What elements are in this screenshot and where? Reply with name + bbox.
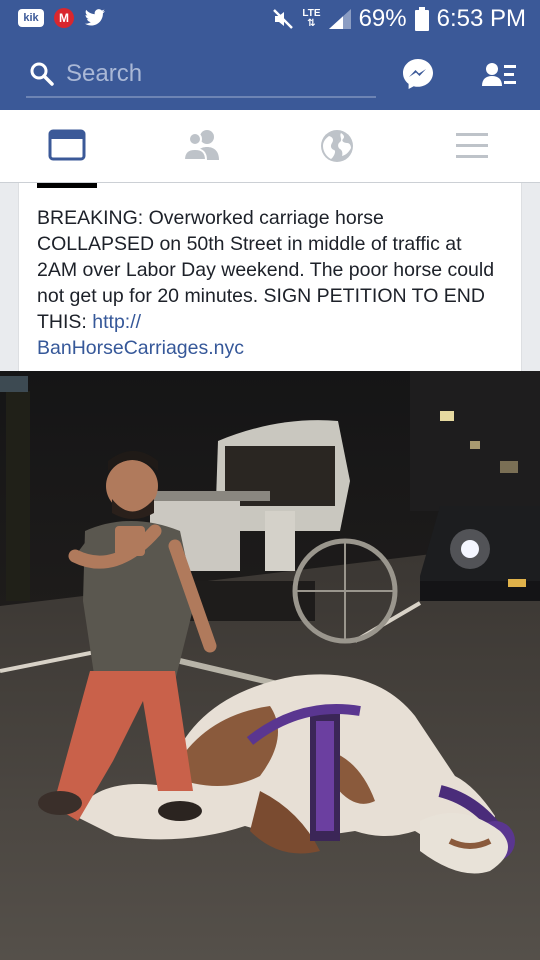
messenger-icon[interactable] (402, 58, 434, 90)
search-placeholder: Search (66, 60, 143, 87)
post-card: BREAKING: Overworked carriage horse COLL… (18, 183, 522, 371)
signal-icon (328, 9, 351, 29)
tab-friends[interactable] (183, 128, 223, 164)
mega-icon: M (54, 8, 74, 28)
clock: 6:53 PM (436, 5, 526, 32)
system-status: LTE ⇅ 69% 6:53 PM (272, 5, 526, 33)
tab-menu[interactable] (454, 128, 494, 164)
notification-icons: kik M (18, 8, 106, 28)
search-input[interactable]: Search (26, 56, 376, 98)
header-bar: Search (0, 38, 540, 110)
search-icon (30, 62, 54, 86)
battery-icon (414, 7, 429, 31)
tab-notifications-globe[interactable] (319, 128, 359, 164)
battery-percent: 69% (358, 5, 407, 32)
network-type: LTE ⇅ (302, 8, 321, 29)
tab-news-feed[interactable] (48, 128, 88, 164)
status-bar: kik M LTE ⇅ 69% 6:53 PM (0, 0, 540, 38)
navigation-tabs (0, 110, 540, 183)
post-text: BREAKING: Overworked carriage horse COLL… (37, 205, 505, 361)
twitter-icon (84, 9, 105, 26)
friend-requests-icon[interactable] (482, 62, 516, 88)
post-photo[interactable] (0, 371, 540, 960)
horse-carriage-photo (0, 371, 540, 960)
post-divider (37, 183, 97, 188)
mute-icon (273, 9, 294, 29)
kik-icon: kik (18, 9, 44, 27)
